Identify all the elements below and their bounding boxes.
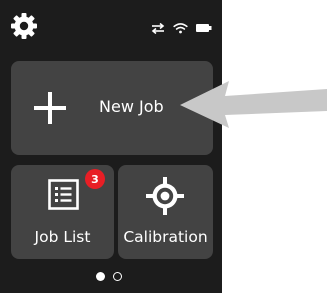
wifi-icon — [173, 23, 188, 34]
page-dot-active[interactable] — [96, 272, 105, 281]
device-screen: New Job 3 Job List Calibration — [0, 0, 222, 293]
job-list-tile[interactable]: 3 Job List — [11, 165, 114, 259]
page-indicator[interactable] — [96, 272, 122, 281]
calibration-label: Calibration — [123, 228, 208, 246]
status-icons — [151, 21, 212, 35]
target-icon — [146, 177, 184, 215]
transfer-arrows-icon — [151, 22, 165, 34]
new-job-label: New Job — [99, 97, 164, 116]
page-dot-inactive[interactable] — [113, 272, 122, 281]
plus-icon — [34, 92, 66, 124]
callout-arrow-icon — [180, 81, 327, 128]
battery-icon — [196, 24, 212, 32]
gear-icon[interactable] — [10, 12, 38, 40]
status-bar — [0, 0, 222, 50]
list-icon — [48, 179, 79, 210]
job-list-label: Job List — [34, 228, 91, 246]
job-count-badge: 3 — [85, 169, 105, 189]
calibration-tile[interactable]: Calibration — [118, 165, 213, 259]
